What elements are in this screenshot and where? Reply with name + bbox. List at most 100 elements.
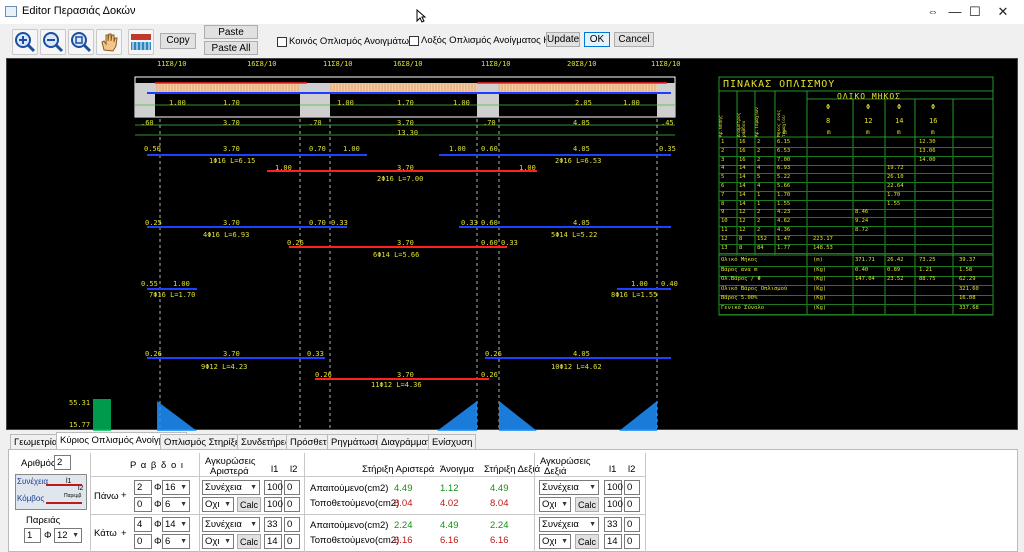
schedule-cell: 2 <box>757 218 761 225</box>
bottom-diam2-select[interactable]: 6 ▼ <box>162 534 190 549</box>
bottom-right-l1-field[interactable]: 33 <box>604 517 622 532</box>
drawing-canvas[interactable]: 11Σ8/10 16Σ8/10 11Σ8/10 16Σ8/10 11Σ8/10 … <box>6 58 1018 431</box>
bar-label[interactable]: 4Φ16 L=6.93 <box>203 231 249 239</box>
top-right-calc-button[interactable]: Calc <box>575 497 599 512</box>
bar-dim: 0.26 <box>481 371 498 379</box>
bar-label[interactable]: 9Φ12 L=4.23 <box>201 363 247 371</box>
bottom-right-l2b-field[interactable]: 0 <box>624 534 640 549</box>
schedule-unit: m <box>931 129 935 136</box>
bar-label[interactable]: 11Φ12 L=4.36 <box>371 381 422 389</box>
bar-dim: 1.00 <box>275 164 292 172</box>
bottom-right-l1b-field[interactable]: 14 <box>604 534 622 549</box>
pareies-count-field[interactable]: 1 <box>24 528 41 543</box>
schedule-cell: 9 <box>721 209 725 216</box>
grid-line <box>199 453 200 552</box>
paste-all-button[interactable]: Paste All <box>204 41 258 55</box>
span-header: Άνοιγμα <box>440 464 475 475</box>
top-right-l2-field[interactable]: 0 <box>624 480 640 495</box>
bottom-left-l2-field[interactable]: 0 <box>284 517 300 532</box>
dim-label: 1.00 <box>623 99 640 107</box>
pan-hand-icon[interactable] <box>96 29 122 55</box>
bottom-left-anchorage2-select[interactable]: Οχι ▼ <box>202 534 234 549</box>
anchorage-type-picture[interactable]: Συνέχεια Κόμβος Παρεμβ l1 l2 <box>15 474 87 510</box>
dim-label: 1.00 <box>169 99 186 107</box>
bottom-left-l1b-field[interactable]: 14 <box>264 534 282 549</box>
top-left-l2-field[interactable]: 0 <box>284 480 300 495</box>
cancel-button[interactable]: Cancel <box>614 32 654 47</box>
bar-label[interactable]: 6Φ14 L=5.66 <box>373 251 419 259</box>
top-diam1-select[interactable]: 16 ▼ <box>162 480 190 495</box>
ok-button[interactable]: OK <box>584 32 610 47</box>
bottom-right-anchorage1-select[interactable]: Συνέχεια ▼ <box>539 517 599 532</box>
bottom-left-anchorage1-select[interactable]: Συνέχεια ▼ <box>202 517 260 532</box>
diag-bottom-checkbox[interactable] <box>409 36 419 46</box>
top-placed-span: 4.02 <box>440 498 459 509</box>
stirrup-label: 11Σ8/10 <box>481 60 511 68</box>
top-left-l1-field[interactable]: 100 <box>264 480 283 495</box>
bottom-count2-field[interactable]: 0 <box>134 534 152 549</box>
top-right-l1-field[interactable]: 100 <box>604 480 623 495</box>
top-left-anchorage2-select[interactable]: Οχι ▼ <box>202 497 234 512</box>
copy-button[interactable]: Copy <box>160 33 196 49</box>
bottom-left-l2b-field[interactable]: 0 <box>284 534 300 549</box>
top-count1-field[interactable]: 2 <box>134 480 152 495</box>
bar-label[interactable]: 2Φ16 L=7.00 <box>377 175 423 183</box>
bar-label[interactable]: 2Φ16 L=6.53 <box>555 157 601 165</box>
common-top-checkbox[interactable] <box>277 37 287 47</box>
bar-label[interactable]: 8Φ16 L=1.55 <box>611 291 657 299</box>
paremva-small-label: Παρεμβ <box>64 493 82 499</box>
tab-strengthening[interactable]: Ενίσχυση <box>428 434 477 450</box>
top-left-l1b-field[interactable]: 100 <box>264 497 283 512</box>
schedule-cell: 1.70 <box>777 191 791 198</box>
top-count2-field[interactable]: 0 <box>134 497 152 512</box>
bottom-diam1-select[interactable]: 14 ▼ <box>162 517 190 532</box>
top-plus: + <box>121 490 127 501</box>
top-left-calc-button[interactable]: Calc <box>237 497 261 512</box>
pareies-phi: Φ <box>44 530 52 541</box>
bottom-count1-field[interactable]: 4 <box>134 517 152 532</box>
schedule-summary-unit: (Kg) <box>813 285 827 292</box>
bottom-left-calc-button[interactable]: Calc <box>237 534 261 549</box>
tab-geometry[interactable]: Γεωμετρία <box>10 434 62 450</box>
bar-label[interactable]: 1Φ16 L=6.15 <box>209 157 255 165</box>
top-diam2-select[interactable]: 6 ▼ <box>162 497 190 512</box>
paste-button[interactable]: Paste <box>204 25 258 39</box>
update-button[interactable]: Update <box>546 32 580 47</box>
top-left-l2b-field[interactable]: 0 <box>284 497 300 512</box>
diagram-fill-3 <box>499 401 537 431</box>
schedule-cell: 6 <box>721 183 725 189</box>
bar-label[interactable]: 7Φ16 L=1.70 <box>149 291 195 299</box>
arithmos-field[interactable]: 2 <box>54 455 71 470</box>
top-right-l1b-field[interactable]: 100 <box>604 497 623 512</box>
schedule-unit: m <box>783 129 787 136</box>
close-button[interactable]: ✕ <box>980 0 1024 24</box>
zoom-out-icon[interactable] <box>40 29 66 55</box>
bottom-right-anchorage2-select[interactable]: Οχι ▼ <box>539 534 571 549</box>
schedule-cell: 84 <box>757 244 764 251</box>
node-label: Κόμβος <box>17 494 45 503</box>
dim-label: 4.05 <box>573 119 590 127</box>
bottom-left-l1-field[interactable]: 33 <box>264 517 282 532</box>
bottom-right-calc-button[interactable]: Calc <box>575 534 599 549</box>
top-right-anchorage1-select[interactable]: Συνέχεια ▼ <box>539 480 599 495</box>
schedule-cell: 8.72 <box>855 227 869 233</box>
schedule-cell: 14 <box>739 165 746 172</box>
bottom-right-l2-field[interactable]: 0 <box>624 517 640 532</box>
rebar-lines <box>147 154 671 380</box>
pareies-diam-select[interactable]: 12 ▼ <box>54 528 82 543</box>
grid-line <box>90 453 91 552</box>
zoom-in-icon[interactable] <box>12 29 38 55</box>
beam-view-icon[interactable] <box>128 29 154 55</box>
continuity-bar-line <box>46 484 82 486</box>
schedule-cell: 4 <box>721 165 725 172</box>
schedule-cell: 5 <box>721 174 725 181</box>
top-left-anchorage1-select[interactable]: Συνέχεια ▼ <box>202 480 260 495</box>
top-right-anchorage2-select[interactable]: Οχι ▼ <box>539 497 571 512</box>
bar-label[interactable]: 5Φ14 L=5.22 <box>551 231 597 239</box>
bar-label[interactable]: 10Φ12 L=4.62 <box>551 363 602 371</box>
tab-cracking[interactable]: Ρηγμάτωση <box>327 434 385 450</box>
bottom-placed-label: Τοποθετούμενο(cm2) <box>310 535 400 546</box>
top-right-l2b-field[interactable]: 0 <box>624 497 640 512</box>
schedule-cell: 3 <box>721 156 725 163</box>
zoom-fit-icon[interactable] <box>68 29 94 55</box>
